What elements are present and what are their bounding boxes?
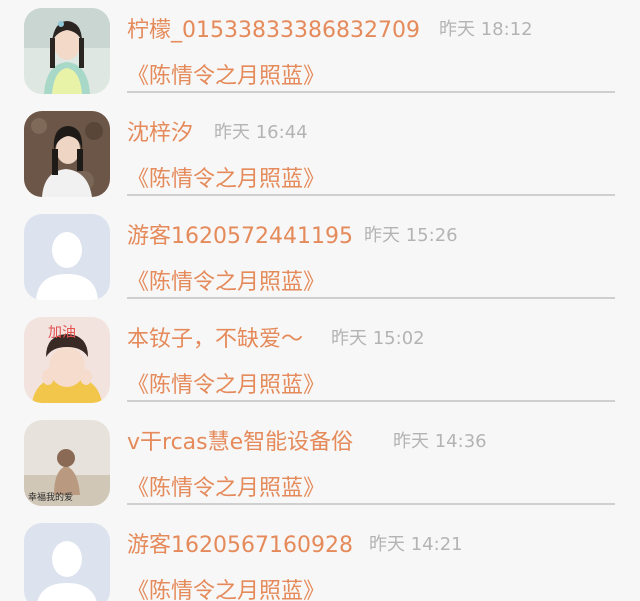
comment-text[interactable]: 《陈情令之月照蓝》 [127,264,325,296]
username[interactable]: v干rcas慧e智能设备俗 [127,424,353,456]
comment-text[interactable]: 《陈情令之月照蓝》 [127,58,325,90]
comment-item[interactable]: 游客1620567160928 昨天 14:21 《陈情令之月照蓝》 [0,515,640,601]
username[interactable]: 游客1620567160928 [127,527,353,559]
comment-item[interactable]: 沈梓汐 昨天 16:44 《陈情令之月照蓝》 [0,103,640,206]
default-user-icon [24,523,110,601]
divider [127,194,615,196]
timestamp: 昨天 18:12 [439,19,533,40]
comment-item[interactable]: 加油 本钕子，不缺爱～ 昨天 15:02 《陈情令之月照蓝》 [0,309,640,412]
comment-item[interactable]: 柠檬_01533833386832709 昨天 18:12 《陈情令之月照蓝》 [0,0,640,103]
avatar[interactable]: 幸福我的爱 [24,420,110,506]
timestamp: 昨天 14:21 [369,534,463,555]
avatar-caption: 加油 [48,325,76,341]
timestamp: 昨天 16:44 [214,122,308,143]
comment-text[interactable]: 《陈情令之月照蓝》 [127,161,325,193]
portrait-photo-icon [24,111,110,197]
comment-item[interactable]: 幸福我的爱 v干rcas慧e智能设备俗 昨天 14:36 《陈情令之月照蓝》 [0,412,640,515]
username[interactable]: 柠檬_01533833386832709 [127,12,420,44]
avatar-caption: 幸福我的爱 [28,491,73,503]
portrait-photo-icon: 幸福我的爱 [24,420,110,506]
divider [127,91,615,93]
avatar[interactable] [24,214,110,300]
avatar[interactable] [24,8,110,94]
avatar[interactable] [24,523,110,601]
comment-feed: 柠檬_01533833386832709 昨天 18:12 《陈情令之月照蓝》 … [0,0,640,601]
comment-text[interactable]: 《陈情令之月照蓝》 [127,367,325,399]
username[interactable]: 沈梓汐 [127,115,193,147]
portrait-photo-icon: 加油 [24,317,110,403]
username[interactable]: 本钕子，不缺爱～ [127,321,303,353]
divider [127,400,615,402]
divider [127,297,615,299]
divider [127,503,615,505]
timestamp: 昨天 14:36 [393,431,487,452]
comment-item[interactable]: 游客1620572441195 昨天 15:26 《陈情令之月照蓝》 [0,206,640,309]
username[interactable]: 游客1620572441195 [127,218,353,250]
avatar[interactable] [24,111,110,197]
timestamp: 昨天 15:26 [364,225,458,246]
avatar[interactable]: 加油 [24,317,110,403]
comment-text[interactable]: 《陈情令之月照蓝》 [127,470,325,502]
default-user-icon [24,214,110,300]
portrait-photo-icon [24,8,110,94]
timestamp: 昨天 15:02 [331,328,425,349]
comment-text[interactable]: 《陈情令之月照蓝》 [127,573,325,601]
